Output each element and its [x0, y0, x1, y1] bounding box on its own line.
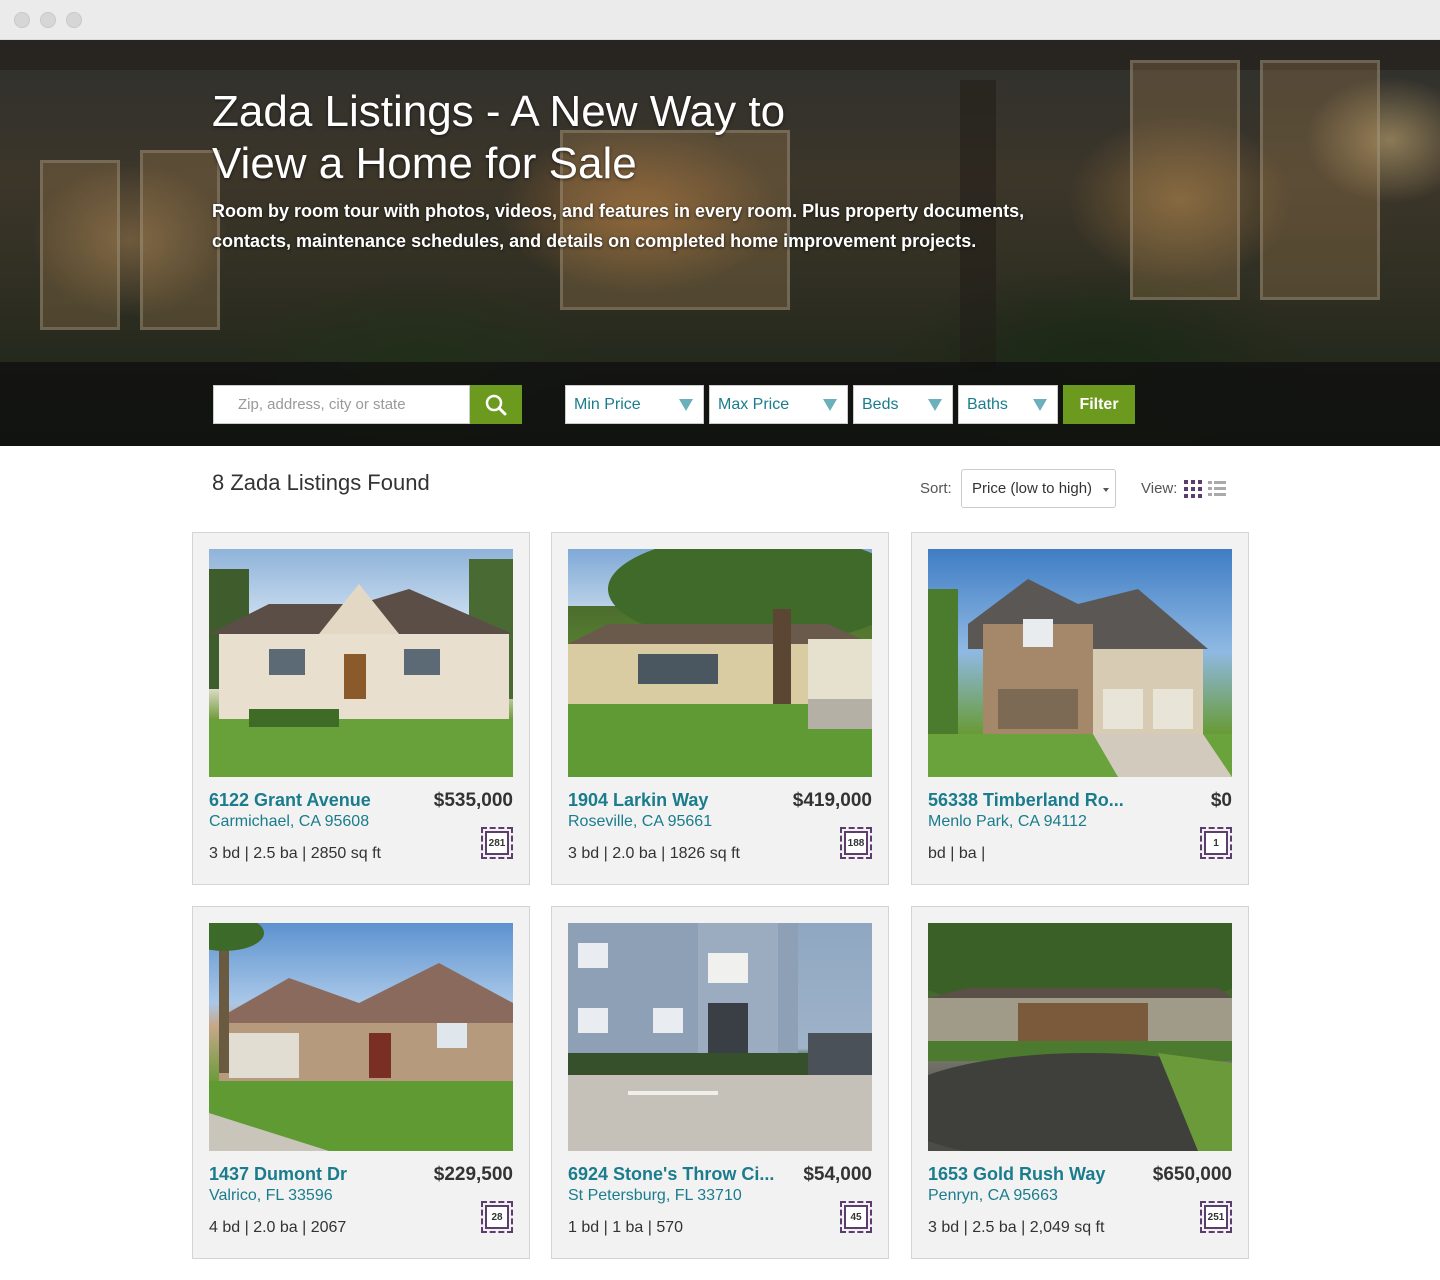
listing-specs: 1 bd | 1 ba | 570	[568, 1219, 684, 1236]
listing-address[interactable]: 1653 Gold Rush Way	[928, 1164, 1142, 1185]
window-maximize-button[interactable]	[66, 12, 82, 28]
search-bar: Min Price Max Price Beds Baths Filter	[0, 362, 1440, 446]
listing-specs: 3 bd | 2.0 ba | 1826 sq ft	[568, 845, 740, 862]
caret-down-icon	[1103, 488, 1109, 492]
photo-count-value: 45	[844, 1205, 868, 1229]
listing-address[interactable]: 6924 Stone's Throw Ci...	[568, 1164, 782, 1185]
search-input[interactable]	[213, 385, 470, 424]
listing-card[interactable]: 1437 Dumont Dr $229,500 Valrico, FL 3359…	[192, 906, 530, 1259]
photo-count-badge: 188	[840, 827, 872, 859]
baths-dropdown[interactable]: Baths	[958, 385, 1058, 424]
photo-count-value: 281	[485, 831, 509, 855]
listing-address[interactable]: 6122 Grant Avenue	[209, 790, 423, 811]
sort-value: Price (low to high)	[972, 480, 1093, 497]
window-close-button[interactable]	[14, 12, 30, 28]
listing-price: $54,000	[803, 1164, 872, 1185]
house-illustration	[928, 579, 1232, 777]
window-titlebar	[0, 0, 1440, 40]
list-view-icon[interactable]	[1208, 480, 1226, 498]
listing-photo[interactable]	[928, 549, 1232, 777]
listing-price: $650,000	[1152, 1164, 1232, 1185]
photo-count-value: 1	[1204, 831, 1228, 855]
listing-specs: 3 bd | 2.5 ba | 2,049 sq ft	[928, 1219, 1105, 1236]
listing-photo[interactable]	[568, 923, 872, 1151]
listing-card[interactable]: 56338 Timberland Ro... $0 Menlo Park, CA…	[911, 532, 1249, 885]
search-icon	[485, 394, 507, 415]
listing-photo[interactable]	[209, 549, 513, 777]
listing-specs: 3 bd | 2.5 ba | 2850 sq ft	[209, 845, 381, 862]
beds-dropdown[interactable]: Beds	[853, 385, 953, 424]
building-illustration	[568, 923, 872, 1151]
listing-card[interactable]: 6924 Stone's Throw Ci... $54,000 St Pete…	[551, 906, 889, 1259]
listing-card[interactable]: 1904 Larkin Way $419,000 Roseville, CA 9…	[551, 532, 889, 885]
results-count: 8 Zada Listings Found	[212, 470, 430, 495]
listing-photo[interactable]	[928, 923, 1232, 1151]
listing-card[interactable]: 6122 Grant Avenue $535,000 Carmichael, C…	[192, 532, 530, 885]
grid-view-icon[interactable]	[1184, 480, 1202, 498]
listing-city: Valrico, FL 33596	[209, 1187, 333, 1204]
sort-select[interactable]: Price (low to high)	[961, 469, 1116, 508]
hero-subtitle: Room by room tour with photos, videos, a…	[212, 201, 1025, 251]
listing-address[interactable]: 56338 Timberland Ro...	[928, 790, 1142, 811]
listing-city: Roseville, CA 95661	[568, 813, 713, 830]
house-illustration	[209, 923, 513, 1151]
listing-city: Menlo Park, CA 94112	[928, 813, 1087, 830]
house-illustration	[568, 549, 872, 777]
listing-city: Carmichael, CA 95608	[209, 813, 370, 830]
listing-card[interactable]: 1653 Gold Rush Way $650,000 Penryn, CA 9…	[911, 906, 1249, 1259]
photo-count-value: 188	[844, 831, 868, 855]
listing-price: $229,500	[433, 1164, 513, 1185]
photo-count-badge: 28	[481, 1201, 513, 1233]
listing-city: Penryn, CA 95663	[928, 1187, 1058, 1204]
max-price-dropdown[interactable]: Max Price	[709, 385, 848, 424]
dropdown-arrow-icon	[823, 399, 837, 411]
sort-label: Sort:	[920, 480, 952, 497]
house-illustration	[928, 923, 1232, 1151]
dropdown-arrow-icon	[928, 399, 942, 411]
listing-price: $419,000	[792, 790, 872, 811]
listing-photo[interactable]	[568, 549, 872, 777]
hero-banner: Zada Listings - A New Way to View a Home…	[0, 40, 1440, 446]
min-price-dropdown[interactable]: Min Price	[565, 385, 704, 424]
listing-address[interactable]: 1437 Dumont Dr	[209, 1164, 423, 1185]
hero-title: Zada Listings - A New Way to View a Home…	[212, 87, 786, 188]
listing-photo[interactable]	[209, 923, 513, 1151]
photo-count-badge: 1	[1200, 827, 1232, 859]
window-minimize-button[interactable]	[40, 12, 56, 28]
listing-price: $535,000	[433, 790, 513, 811]
view-label: View:	[1141, 480, 1178, 497]
photo-count-value: 251	[1204, 1205, 1228, 1229]
filter-button[interactable]: Filter	[1063, 385, 1135, 424]
listing-city: St Petersburg, FL 33710	[568, 1187, 742, 1204]
dropdown-arrow-icon	[679, 399, 693, 411]
search-button[interactable]	[470, 385, 522, 424]
photo-count-badge: 251	[1200, 1201, 1232, 1233]
min-price-label: Min Price	[574, 395, 641, 413]
max-price-label: Max Price	[718, 395, 790, 413]
baths-label: Baths	[967, 395, 1008, 413]
photo-count-badge: 281	[481, 827, 513, 859]
dropdown-arrow-icon	[1033, 399, 1047, 411]
beds-label: Beds	[862, 395, 899, 413]
house-illustration	[209, 559, 513, 777]
listing-specs: 4 bd | 2.0 ba | 2067	[209, 1219, 347, 1236]
photo-count-value: 28	[485, 1205, 509, 1229]
listing-specs: bd | ba |	[928, 845, 986, 862]
photo-count-badge: 45	[840, 1201, 872, 1233]
listing-address[interactable]: 1904 Larkin Way	[568, 790, 782, 811]
listing-price: $0	[1210, 790, 1232, 811]
